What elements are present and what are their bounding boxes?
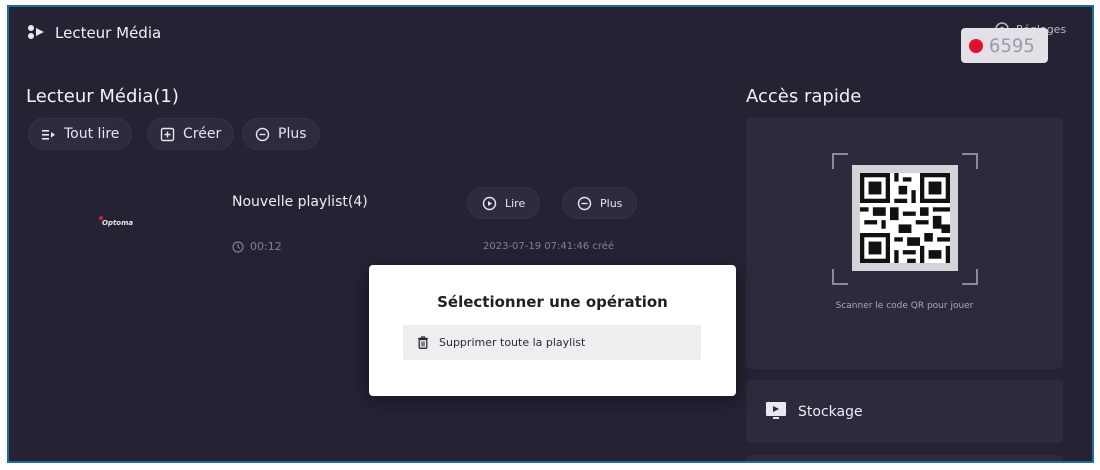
playlist-more-label: Plus (600, 196, 623, 210)
qr-code-icon (860, 173, 950, 263)
recording-count: 6595 (989, 34, 1035, 57)
create-label: Créer (183, 126, 222, 142)
record-dot-icon (969, 38, 983, 53)
delete-playlist-option[interactable]: Supprimer toute la playlist (403, 325, 701, 360)
media-player-screen: Lecteur Média Réglages 6595 Lecteur Médi… (7, 5, 1094, 463)
storage-monitor-icon (766, 402, 786, 419)
storage-label: Stockage (798, 404, 863, 420)
more-icon (577, 196, 592, 210)
play-all-label: Tout lire (64, 126, 120, 142)
playlist-created-date: 2023-07-19 07:41:46 créé (483, 241, 615, 252)
trash-icon (418, 336, 428, 349)
playlist-duration: 00:12 (232, 240, 282, 253)
create-button[interactable]: Créer (147, 118, 235, 150)
recording-badge: 6595 (961, 28, 1048, 63)
delete-playlist-label: Supprimer toute la playlist (439, 336, 586, 349)
playlist-more-button[interactable]: Plus (562, 187, 638, 219)
qr-caption: Scanner le code QR pour jouer (835, 301, 974, 311)
play-all-icon (42, 129, 55, 140)
operation-dialog: Sélectionner une opération Supprimer tou… (369, 265, 736, 396)
more-icon (255, 127, 270, 141)
playlist-name[interactable]: Nouvelle playlist(4) (232, 194, 368, 210)
qr-card: Scanner le code QR pour jouer (746, 118, 1063, 369)
quick-access-title: Accès rapide (746, 86, 862, 107)
next-card[interactable] (746, 455, 1063, 461)
playlist-thumbnail[interactable]: Optoma (98, 216, 133, 227)
play-circle-icon (482, 196, 497, 210)
dialog-title: Sélectionner une opération (437, 293, 668, 311)
app-logo-icon (28, 25, 44, 39)
more-label: Plus (278, 126, 307, 142)
duration-value: 00:12 (250, 240, 282, 253)
library-title: Lecteur Média(1) (26, 86, 179, 107)
playlist-play-label: Lire (505, 196, 526, 210)
playlist-play-button[interactable]: Lire (467, 187, 541, 219)
qr-code (852, 165, 958, 271)
storage-button[interactable]: Stockage (746, 380, 1063, 443)
more-button[interactable]: Plus (242, 118, 320, 150)
create-icon (160, 127, 175, 141)
app-title: Lecteur Média (55, 24, 162, 42)
play-all-button[interactable]: Tout lire (28, 118, 133, 150)
clock-icon (232, 240, 244, 253)
